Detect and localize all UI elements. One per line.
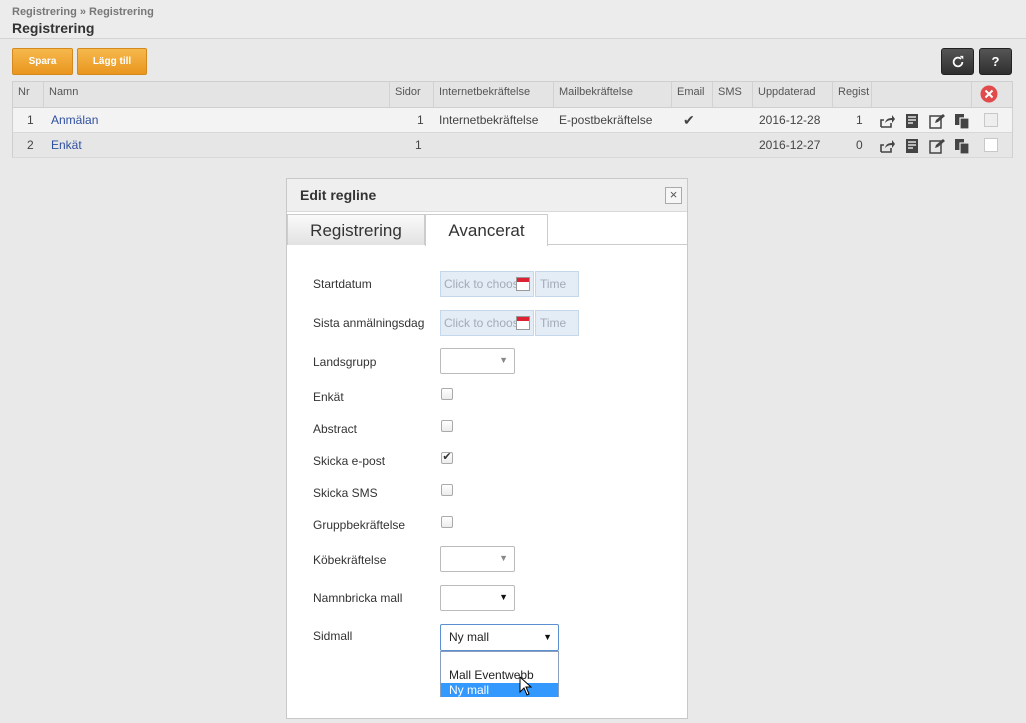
label-abstract: Abstract: [313, 422, 358, 436]
cell-nr: 1: [27, 113, 34, 127]
refresh-icon: [952, 55, 963, 68]
chevron-down-icon: ▼: [543, 632, 552, 642]
cell-sidor: 1: [415, 138, 422, 152]
cell-updated: 2016-12-28: [759, 113, 821, 127]
dialog-tabs: Registrering Avancerat: [287, 212, 687, 246]
share-icon[interactable]: [879, 113, 895, 129]
namnbricka-select[interactable]: ▼: [440, 585, 515, 611]
label-kobekraftelse: Köbekräftelse: [313, 553, 387, 567]
row-select-checkbox[interactable]: [984, 113, 998, 127]
cell-regist: 1: [856, 113, 863, 127]
col-internet[interactable]: Internetbekräftelse: [434, 82, 554, 107]
col-namn[interactable]: Namn: [44, 82, 390, 107]
label-skicka-epost: Skicka e-post: [313, 454, 386, 468]
registrations-table: Nr Namn Sidor Internetbekräftelse Mailbe…: [12, 81, 1013, 158]
save-button[interactable]: Spara: [12, 48, 73, 75]
col-sidor[interactable]: Sidor: [390, 82, 434, 107]
mouse-cursor-icon: [519, 676, 533, 696]
chevron-down-icon: ▼: [499, 355, 508, 365]
col-actions: [872, 82, 972, 107]
edit-regline-dialog: Edit regline × Registrering Avancerat St…: [286, 178, 688, 719]
cell-sidor: 1: [417, 113, 424, 127]
startdatum-date-input[interactable]: Click to choose: [440, 271, 534, 297]
gruppbekraftelse-checkbox[interactable]: [441, 516, 453, 528]
breadcrumb[interactable]: Registrering » Registrering: [12, 6, 154, 18]
top-bar: Registrering » Registrering Registrering: [0, 0, 1026, 39]
cell-mail: E-postbekräftelse: [559, 113, 653, 127]
help-button[interactable]: ?: [979, 48, 1012, 75]
date-placeholder: Click to choose: [444, 277, 526, 291]
chevron-down-icon: ▼: [499, 592, 508, 602]
tab-registrering[interactable]: Registrering: [287, 214, 425, 245]
close-icon[interactable]: ×: [665, 187, 682, 204]
page-title: Registrering: [12, 20, 95, 36]
label-namnbricka-mall: Namnbricka mall: [313, 591, 403, 605]
refresh-button[interactable]: [941, 48, 974, 75]
col-updated[interactable]: Uppdaterad: [753, 82, 833, 107]
cell-internet: Internetbekräftelse: [439, 113, 539, 127]
calendar-icon[interactable]: [516, 277, 530, 291]
notes-icon[interactable]: [904, 138, 920, 154]
kobekraftelse-select[interactable]: ▼: [440, 546, 515, 572]
sidmall-option-empty[interactable]: [441, 653, 558, 667]
add-button[interactable]: Lägg till: [77, 48, 147, 75]
cell-name-link[interactable]: Enkät: [51, 133, 82, 158]
col-mail[interactable]: Mailbekräftelse: [554, 82, 672, 107]
label-landsgrupp: Landsgrupp: [313, 355, 377, 369]
cell-nr: 2: [27, 138, 34, 152]
cell-name-link[interactable]: Anmälan: [51, 108, 98, 133]
chevron-down-icon: ▼: [499, 553, 508, 563]
tab-avancerat[interactable]: Avancerat: [425, 214, 548, 246]
row-select-checkbox[interactable]: [984, 138, 998, 152]
col-email[interactable]: Email: [672, 82, 713, 107]
sidmall-dropdown: Mall Eventwebb Ny mall: [440, 651, 559, 697]
table-row[interactable]: 1 Anmälan 1 Internetbekräftelse E-postbe…: [12, 108, 1013, 133]
label-enkat: Enkät: [313, 390, 344, 404]
sista-time-input[interactable]: Time: [535, 310, 579, 336]
calendar-icon[interactable]: [516, 316, 530, 330]
label-sidmall: Sidmall: [313, 629, 353, 643]
checkmark-icon: ✔: [683, 112, 695, 128]
enkat-checkbox[interactable]: [441, 388, 453, 400]
abstract-checkbox[interactable]: [441, 420, 453, 432]
table-header: Nr Namn Sidor Internetbekräftelse Mailbe…: [12, 81, 1013, 108]
col-sms[interactable]: SMS: [713, 82, 753, 107]
label-skicka-sms: Skicka SMS: [313, 486, 378, 500]
share-icon[interactable]: [879, 138, 895, 154]
landsgrupp-select[interactable]: ▼: [440, 348, 515, 374]
col-nr[interactable]: Nr: [13, 82, 44, 107]
sidmall-option[interactable]: Mall Eventwebb: [441, 668, 558, 682]
copy-icon[interactable]: [954, 138, 970, 154]
dialog-title: Edit regline: [300, 187, 377, 203]
sista-date-input[interactable]: Click to choose: [440, 310, 534, 336]
cell-regist: 0: [856, 138, 863, 152]
dialog-header: Edit regline ×: [287, 179, 687, 212]
sidmall-option-highlighted[interactable]: Ny mall: [441, 683, 558, 697]
date-placeholder: Click to choose: [444, 316, 526, 330]
delete-all-icon[interactable]: [980, 85, 998, 103]
skicka-sms-checkbox[interactable]: [441, 484, 453, 496]
skicka-epost-checkbox[interactable]: ✔: [441, 452, 453, 464]
col-regist[interactable]: Regist: [833, 82, 872, 107]
copy-icon[interactable]: [954, 113, 970, 129]
label-gruppbekraftelse: Gruppbekräftelse: [313, 518, 406, 532]
label-sista-anmalningsdag: Sista anmälningsdag: [313, 316, 425, 330]
edit-icon[interactable]: [929, 113, 945, 129]
notes-icon[interactable]: [904, 113, 920, 129]
edit-icon[interactable]: [929, 138, 945, 154]
sidmall-select[interactable]: Ny mall ▼: [440, 624, 559, 651]
sidmall-value: Ny mall: [449, 630, 490, 644]
col-delete: [972, 82, 1012, 107]
label-startdatum: Startdatum: [313, 277, 372, 291]
table-row[interactable]: 2 Enkät 1 2016-12-27 0: [12, 133, 1013, 158]
startdatum-time-input[interactable]: Time: [535, 271, 579, 297]
cell-updated: 2016-12-27: [759, 138, 821, 152]
